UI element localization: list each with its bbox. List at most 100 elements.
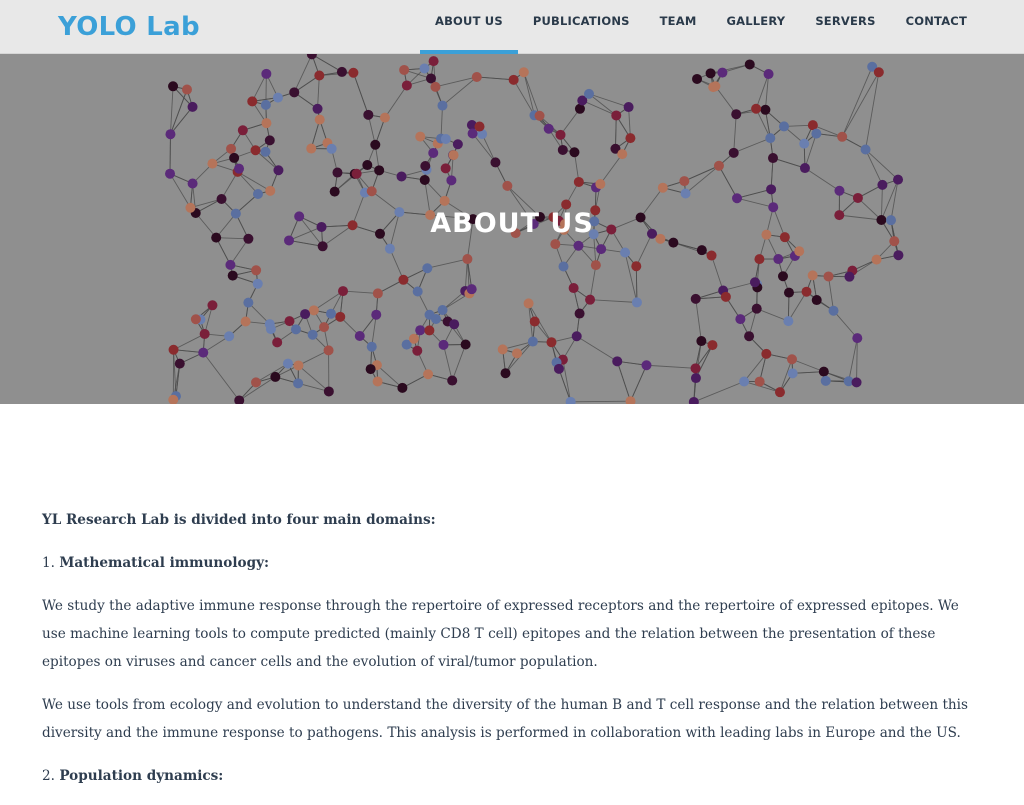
network-edge bbox=[582, 101, 616, 116]
nav-item-about-us[interactable]: ABOUT US bbox=[420, 0, 518, 54]
nav-item-label: ABOUT US bbox=[435, 14, 503, 28]
network-node bbox=[707, 340, 717, 350]
network-node bbox=[528, 337, 538, 347]
nav-item-servers[interactable]: SERVERS bbox=[800, 0, 890, 54]
nav-item-contact[interactable]: CONTACT bbox=[891, 0, 982, 54]
network-node bbox=[348, 68, 358, 78]
network-node bbox=[224, 331, 234, 341]
network-node bbox=[238, 125, 248, 135]
main-nav: ABOUT US PUBLICATIONS TEAM GALLERY SERVE… bbox=[420, 0, 982, 54]
network-node bbox=[306, 144, 316, 154]
network-edge bbox=[170, 107, 192, 134]
network-node bbox=[498, 344, 508, 354]
network-node bbox=[591, 260, 601, 270]
network-node bbox=[352, 169, 362, 179]
network-node bbox=[872, 255, 882, 265]
network-node bbox=[708, 82, 718, 92]
network-node bbox=[779, 121, 789, 131]
network-node bbox=[760, 105, 770, 115]
network-node bbox=[415, 325, 425, 335]
nav-item-team[interactable]: TEAM bbox=[645, 0, 712, 54]
network-node bbox=[229, 153, 239, 163]
network-node bbox=[367, 186, 377, 196]
network-node bbox=[447, 376, 457, 386]
network-node bbox=[261, 147, 271, 157]
network-node bbox=[853, 193, 863, 203]
network-node bbox=[735, 314, 745, 324]
network-node bbox=[641, 360, 651, 370]
network-node bbox=[691, 363, 701, 373]
network-node bbox=[721, 292, 731, 302]
brand-logo-link[interactable]: YOLO Lab bbox=[58, 12, 200, 42]
network-node bbox=[509, 75, 519, 85]
network-edge bbox=[866, 150, 898, 180]
network-node bbox=[374, 165, 384, 175]
network-node bbox=[784, 288, 794, 298]
network-node bbox=[812, 295, 822, 305]
network-node bbox=[308, 330, 318, 340]
network-edge bbox=[314, 291, 343, 310]
network-edge bbox=[737, 189, 771, 198]
network-node bbox=[449, 319, 459, 329]
network-node bbox=[207, 159, 217, 169]
network-node bbox=[569, 283, 579, 293]
network-node bbox=[752, 304, 762, 314]
network-node bbox=[632, 297, 642, 307]
network-edge bbox=[696, 299, 702, 341]
network-node bbox=[874, 67, 884, 77]
network-node bbox=[788, 368, 798, 378]
network-node bbox=[168, 81, 178, 91]
paragraph: We study the adaptive immune response th… bbox=[42, 592, 972, 676]
network-edge bbox=[390, 249, 404, 280]
network-node bbox=[550, 239, 560, 249]
network-node bbox=[423, 369, 433, 379]
network-node bbox=[692, 74, 702, 84]
network-node bbox=[437, 101, 447, 111]
network-node bbox=[314, 71, 324, 81]
network-node bbox=[819, 367, 829, 377]
nav-item-label: CONTACT bbox=[906, 14, 967, 28]
network-node bbox=[739, 376, 749, 386]
network-node bbox=[335, 312, 345, 322]
nav-item-label: TEAM bbox=[660, 14, 697, 28]
network-node bbox=[750, 277, 760, 287]
network-node bbox=[467, 284, 477, 294]
network-edge bbox=[792, 359, 824, 371]
network-edge bbox=[174, 334, 205, 350]
network-node bbox=[419, 63, 429, 73]
network-node bbox=[569, 147, 579, 157]
network-edge bbox=[590, 300, 637, 303]
network-node bbox=[413, 287, 423, 297]
network-node bbox=[397, 171, 407, 181]
network-node bbox=[714, 161, 724, 171]
network-node bbox=[546, 337, 556, 347]
hero-banner: ABOUT US bbox=[0, 54, 1024, 404]
network-node bbox=[315, 115, 325, 125]
network-node bbox=[755, 377, 765, 387]
network-node bbox=[430, 82, 440, 92]
network-node bbox=[566, 397, 576, 404]
network-edge bbox=[849, 338, 858, 381]
network-node bbox=[877, 180, 887, 190]
network-node bbox=[438, 305, 448, 315]
network-edge bbox=[773, 158, 805, 168]
network-node bbox=[291, 324, 301, 334]
network-node bbox=[415, 132, 425, 142]
network-node bbox=[217, 194, 227, 204]
network-node bbox=[251, 265, 261, 275]
network-edge bbox=[289, 240, 323, 246]
network-edge bbox=[514, 80, 535, 115]
nav-item-publications[interactable]: PUBLICATIONS bbox=[518, 0, 645, 54]
network-node bbox=[624, 102, 634, 112]
network-node bbox=[732, 193, 742, 203]
network-edge bbox=[857, 338, 858, 382]
nav-item-gallery[interactable]: GALLERY bbox=[712, 0, 801, 54]
network-node bbox=[420, 161, 430, 171]
network-node bbox=[462, 254, 472, 264]
network-node bbox=[309, 305, 319, 315]
network-node bbox=[559, 262, 569, 272]
network-node bbox=[370, 140, 380, 150]
network-edge bbox=[600, 154, 622, 184]
network-node bbox=[251, 377, 261, 387]
network-node bbox=[373, 377, 383, 387]
